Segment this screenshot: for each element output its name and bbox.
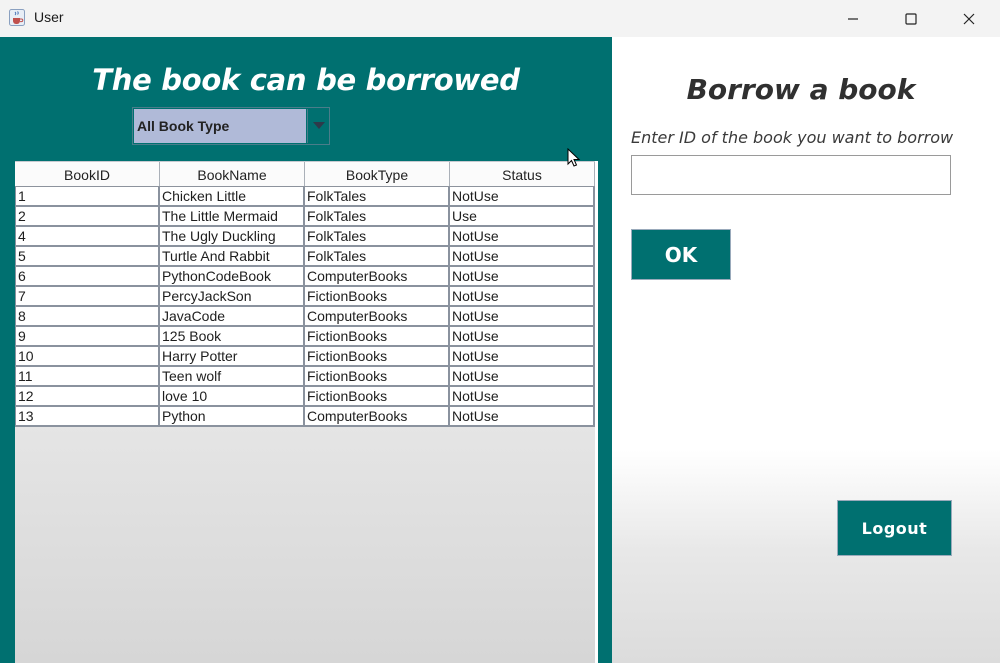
- close-button[interactable]: [940, 0, 998, 37]
- table-header: BookID BookName BookType Status: [15, 161, 595, 187]
- cell-bookid: 6: [15, 267, 160, 285]
- cell-bookname: Chicken Little: [160, 187, 305, 205]
- cell-booktype: FolkTales: [305, 207, 450, 225]
- cell-bookid: 2: [15, 207, 160, 225]
- cell-booktype: FictionBooks: [305, 347, 450, 365]
- cell-bookname: Teen wolf: [160, 367, 305, 385]
- cell-status: NotUse: [450, 227, 595, 245]
- maximize-icon: [905, 12, 917, 25]
- cell-status: NotUse: [450, 347, 595, 365]
- cell-bookid: 7: [15, 287, 160, 305]
- cell-booktype: ComputerBooks: [305, 267, 450, 285]
- books-table[interactable]: BookID BookName BookType Status 1 Chicken…: [15, 161, 598, 663]
- cell-bookname: Python: [160, 407, 305, 425]
- maximize-button[interactable]: [882, 0, 940, 37]
- cell-status: NotUse: [450, 287, 595, 305]
- cell-bookid: 8: [15, 307, 160, 325]
- cell-status: Use: [450, 207, 595, 225]
- cell-bookid: 4: [15, 227, 160, 245]
- table-row[interactable]: 1 Chicken Little FolkTales NotUse: [15, 187, 595, 207]
- column-header-booktype[interactable]: BookType: [305, 162, 450, 186]
- table-row[interactable]: 6 PythonCodeBook ComputerBooks NotUse: [15, 267, 595, 287]
- table-row[interactable]: 13 Python ComputerBooks NotUse: [15, 407, 595, 427]
- cell-booktype: ComputerBooks: [305, 307, 450, 325]
- cell-status: NotUse: [450, 407, 595, 425]
- cell-bookname: JavaCode: [160, 307, 305, 325]
- book-id-label: Enter ID of the book you want to borrow: [631, 128, 954, 147]
- cell-status: NotUse: [450, 267, 595, 285]
- cell-bookid: 9: [15, 327, 160, 345]
- available-books-heading: The book can be borrowed: [92, 63, 520, 97]
- cell-booktype: FolkTales: [305, 187, 450, 205]
- cell-booktype: FictionBooks: [305, 327, 450, 345]
- dropdown-arrow[interactable]: [307, 109, 330, 143]
- table-row[interactable]: 2 The Little Mermaid FolkTales Use: [15, 207, 595, 227]
- table-row[interactable]: 10 Harry Potter FictionBooks NotUse: [15, 347, 595, 367]
- table-row[interactable]: 12 love 10 FictionBooks NotUse: [15, 387, 595, 407]
- book-type-selected: All Book Type: [134, 109, 306, 143]
- cell-bookname: PythonCodeBook: [160, 267, 305, 285]
- cell-bookid: 10: [15, 347, 160, 365]
- mouse-cursor-icon: [567, 148, 581, 167]
- book-type-dropdown[interactable]: All Book Type: [132, 107, 330, 145]
- logout-button[interactable]: Logout: [837, 500, 952, 556]
- available-books-panel: The book can be borrowed All Book Type B…: [0, 37, 612, 663]
- table-row[interactable]: 8 JavaCode ComputerBooks NotUse: [15, 307, 595, 327]
- cell-status: NotUse: [450, 247, 595, 265]
- cell-bookname: Harry Potter: [160, 347, 305, 365]
- cell-status: NotUse: [450, 187, 595, 205]
- table-row[interactable]: 5 Turtle And Rabbit FolkTales NotUse: [15, 247, 595, 267]
- cell-bookid: 1: [15, 187, 160, 205]
- chevron-down-icon: [313, 122, 325, 129]
- cell-status: NotUse: [450, 327, 595, 345]
- cell-status: NotUse: [450, 307, 595, 325]
- table-body: 1 Chicken Little FolkTales NotUse 2 The Littl…: [15, 187, 595, 427]
- cell-status: NotUse: [450, 387, 595, 405]
- borrow-heading: Borrow a book: [686, 73, 916, 106]
- cell-bookname: The Little Mermaid: [160, 207, 305, 225]
- cell-booktype: FictionBooks: [305, 387, 450, 405]
- cell-bookname: love 10: [160, 387, 305, 405]
- cell-bookname: PercyJackSon: [160, 287, 305, 305]
- cell-booktype: FictionBooks: [305, 287, 450, 305]
- book-id-input[interactable]: [631, 155, 951, 195]
- close-icon: [963, 13, 975, 24]
- cell-bookid: 12: [15, 387, 160, 405]
- cell-bookid: 13: [15, 407, 160, 425]
- window-title: User: [34, 9, 64, 25]
- table-row[interactable]: 4 The Ugly Duckling FolkTales NotUse: [15, 227, 595, 247]
- table-row[interactable]: 11 Teen wolf FictionBooks NotUse: [15, 367, 595, 387]
- cell-bookid: 11: [15, 367, 160, 385]
- cell-bookname: 125 Book: [160, 327, 305, 345]
- column-header-bookid[interactable]: BookID: [15, 162, 160, 186]
- cell-booktype: FolkTales: [305, 227, 450, 245]
- cell-booktype: ComputerBooks: [305, 407, 450, 425]
- cell-status: NotUse: [450, 367, 595, 385]
- window-titlebar: User: [0, 0, 1000, 37]
- borrow-panel: Borrow a book Enter ID of the book you w…: [612, 37, 1000, 663]
- ok-button[interactable]: OK: [631, 229, 731, 280]
- cell-booktype: FolkTales: [305, 247, 450, 265]
- minimize-button[interactable]: [824, 0, 882, 37]
- cell-booktype: FictionBooks: [305, 367, 450, 385]
- table-row[interactable]: 9 125 Book FictionBooks NotUse: [15, 327, 595, 347]
- table-row[interactable]: 7 PercyJackSon FictionBooks NotUse: [15, 287, 595, 307]
- column-header-bookname[interactable]: BookName: [160, 162, 305, 186]
- minimize-icon: [848, 17, 858, 20]
- cell-bookname: Turtle And Rabbit: [160, 247, 305, 265]
- java-cup-icon: [9, 9, 25, 26]
- cell-bookname: The Ugly Duckling: [160, 227, 305, 245]
- cell-bookid: 5: [15, 247, 160, 265]
